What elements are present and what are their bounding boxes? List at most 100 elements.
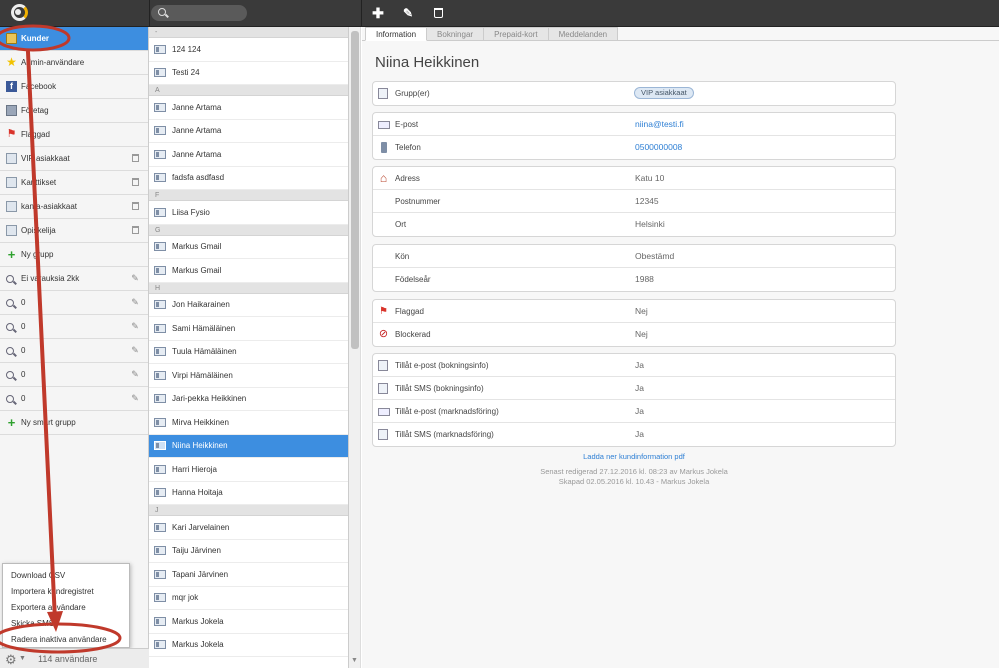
plus-icon: + <box>7 415 16 430</box>
allow-sms-marketing-row: Tillåt SMS (marknadsföring) Ja <box>373 423 895 446</box>
trash-icon[interactable] <box>128 177 142 188</box>
sidebar-item[interactable]: ⚑ Flaggad <box>0 123 148 147</box>
sidebar-item[interactable]: f Facebook <box>0 75 148 99</box>
menu-item[interactable]: Download CSV <box>3 568 129 584</box>
contact-card-icon <box>154 68 166 78</box>
settings-menu: Download CSV Importera kundregistret Expor… <box>2 563 130 648</box>
contact-list-item[interactable]: Markus Jokela <box>149 634 348 657</box>
scroll-down-icon[interactable]: ▼ <box>351 657 358 664</box>
add-customer-button[interactable]: ✚ <box>368 4 388 22</box>
envelope-icon <box>378 121 390 129</box>
allow-sms-booking-row: Tillåt SMS (bokningsinfo) Ja <box>373 377 895 400</box>
pencil-icon[interactable]: ✎ <box>128 321 142 332</box>
sidebar-item[interactable]: VIP asiakkaat <box>0 147 148 171</box>
chevron-down-icon[interactable]: ▼ <box>19 655 26 662</box>
sidebar-item[interactable]: Ei varauksia 2kk ✎ <box>0 267 148 291</box>
email-value[interactable]: niina@testi.fi <box>635 119 684 129</box>
sidebar-item[interactable]: + Ny smart grupp <box>0 411 148 435</box>
gender-value: Obestämd <box>635 251 675 261</box>
menu-item[interactable]: Skicka SMS <box>3 616 129 632</box>
contact-list-scrollbar[interactable]: ▼ <box>349 27 361 668</box>
tab-messages[interactable]: Meddelanden <box>548 27 619 41</box>
sidebar-item[interactable]: 0 ✎ <box>0 339 148 363</box>
contact-name: Markus Gmail <box>172 265 222 275</box>
contact-list-item[interactable]: Niina Heikkinen <box>149 434 348 458</box>
contact-list-item[interactable]: Sami Hämäläinen <box>149 317 348 341</box>
group-label: Grupp(er) <box>395 89 430 98</box>
contact-list-item[interactable]: mqr jok <box>149 587 348 610</box>
contact-list-item[interactable]: Taiju Järvinen <box>149 540 348 563</box>
sidebar-item[interactable]: Företag <box>0 99 148 123</box>
sidebar-item[interactable]: Opiskelija <box>0 219 148 243</box>
contact-list-item[interactable]: 124 124 <box>149 38 348 62</box>
contact-list-item[interactable]: Jon Haikarainen <box>149 294 348 317</box>
contact-list-item[interactable]: Virpi Hämäläinen <box>149 364 348 388</box>
menu-item[interactable]: Radera inaktiva användare <box>3 632 129 648</box>
gear-icon[interactable]: ⚙ <box>5 652 17 668</box>
contact-list-item[interactable]: Janne Artama <box>149 120 348 143</box>
menu-item[interactable]: Importera kundregistret <box>3 584 129 600</box>
contact-list-item[interactable]: Tuula Hämäläinen <box>149 341 348 364</box>
menu-item[interactable]: Exportera användare <box>3 600 129 616</box>
contact-card-icon <box>154 265 166 275</box>
contact-list: - 124 124 Testi 24 A Janne Artama Janne Artam… <box>149 27 349 668</box>
contact-list-item[interactable]: Markus Jokela <box>149 610 348 634</box>
topbar-divider <box>149 0 150 27</box>
phone-value[interactable]: 0500000008 <box>635 142 682 152</box>
edit-customer-button[interactable]: ✎ <box>398 4 418 22</box>
sidebar-item[interactable]: 0 ✎ <box>0 315 148 339</box>
scrollbar-thumb[interactable] <box>351 31 359 349</box>
contact-list-item[interactable]: Mirva Heikkinen <box>149 411 348 435</box>
contact-list-item[interactable]: Janne Artama <box>149 96 348 120</box>
contact-card-icon <box>154 149 166 159</box>
building-icon <box>6 105 17 116</box>
tab-information[interactable]: Information <box>365 27 428 41</box>
contact-list-item[interactable]: Janne Artama <box>149 143 348 167</box>
magnifier-icon <box>6 298 14 307</box>
contact-name: mqr jok <box>172 593 199 603</box>
sidebar-item[interactable]: 0 ✎ <box>0 387 148 411</box>
pencil-icon[interactable]: ✎ <box>128 273 142 284</box>
sidebar-item-label: Ny smart grupp <box>21 418 76 427</box>
contact-list-item[interactable]: Harri Hieroja <box>149 458 348 482</box>
pencil-icon[interactable]: ✎ <box>128 345 142 356</box>
contact-list-item[interactable]: Hanna Hoitaja <box>149 482 348 505</box>
contact-list-item[interactable]: Testi 24 <box>149 62 348 85</box>
sidebar-item[interactable]: Kunder <box>0 27 148 51</box>
tab-bookings[interactable]: Bokningar <box>427 27 485 41</box>
delete-customer-button[interactable] <box>428 4 448 22</box>
contact-list-item[interactable]: Tapani Järvinen <box>149 563 348 587</box>
address-row: ⌂ Adress Katu 10 <box>373 167 895 190</box>
search-input[interactable] <box>171 7 241 19</box>
birthyear-value: 1988 <box>635 274 654 284</box>
pencil-icon[interactable]: ✎ <box>128 393 142 404</box>
address-book-icon <box>6 33 17 44</box>
trash-icon[interactable] <box>128 225 142 236</box>
contact-list-item[interactable]: Markus Gmail <box>149 259 348 283</box>
phone-icon <box>381 142 387 153</box>
pencil-icon[interactable]: ✎ <box>128 369 142 380</box>
contact-list-item[interactable]: Kari Jarvelainen <box>149 516 348 540</box>
group-badge[interactable]: VIP asiakkaat <box>634 87 694 99</box>
sidebar-item[interactable]: Kanttikset <box>0 171 148 195</box>
sidebar-item[interactable]: kanta-asiakkaat <box>0 195 148 219</box>
flagged-label: Flaggad <box>395 307 424 316</box>
search-box[interactable] <box>151 5 247 21</box>
sidebar-item[interactable]: 0 ✎ <box>0 363 148 387</box>
tab-prepaid[interactable]: Prepaid-kort <box>484 27 549 41</box>
trash-icon[interactable] <box>128 201 142 212</box>
magnifier-icon <box>6 322 14 331</box>
contact-list-item[interactable]: Jari-pekka Heikkinen <box>149 388 348 411</box>
pencil-icon[interactable]: ✎ <box>128 297 142 308</box>
contact-card-icon <box>154 441 166 451</box>
trash-icon[interactable] <box>128 153 142 164</box>
contact-list-item[interactable]: fadsfa asdfasd <box>149 167 348 190</box>
sidebar-item[interactable]: ★ Admin-användare <box>0 51 148 75</box>
download-pdf-link[interactable]: Ladda ner kundinformation pdf <box>372 452 896 461</box>
contact-list-item[interactable]: Liisa Fysio <box>149 201 348 225</box>
contact-name: Markus Jokela <box>172 640 224 650</box>
topbar-divider <box>361 0 362 27</box>
contact-list-item[interactable]: Markus Gmail <box>149 236 348 259</box>
sidebar-item[interactable]: + Ny grupp <box>0 243 148 267</box>
sidebar-item[interactable]: 0 ✎ <box>0 291 148 315</box>
